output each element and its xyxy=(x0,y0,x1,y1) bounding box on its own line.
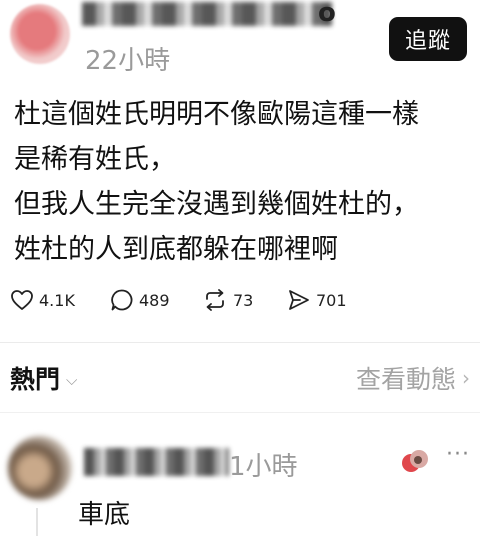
post-line: 但我人生完全沒遇到幾個姓杜的， xyxy=(14,189,419,220)
sort-label: 熱門 xyxy=(10,365,61,394)
repost-icon xyxy=(206,289,224,311)
post-header: o 22小時 追蹤 xyxy=(0,0,480,90)
comment-text: 車底 xyxy=(78,500,131,530)
follow-button[interactable]: 追蹤 xyxy=(389,17,467,61)
reaction-icon[interactable] xyxy=(398,446,432,476)
post-line: 姓杜的人到底都躲在哪裡啊 xyxy=(14,234,338,265)
comment-timestamp: 1小時 xyxy=(229,452,298,482)
more-options-icon[interactable]: ··· xyxy=(446,442,470,467)
comment-separator xyxy=(0,412,480,413)
post-actions: 4.1K 489 73 701 xyxy=(10,285,480,315)
section-divider xyxy=(0,342,480,343)
sort-hot-dropdown[interactable]: 熱門 ⌵ xyxy=(10,360,77,396)
post-timestamp: 22小時 xyxy=(85,46,171,76)
chevron-down-icon: ⌵ xyxy=(66,371,78,389)
post-body: 杜這個姓氏明明不像歐陽這種一樣 是稀有姓氏， 但我人生完全沒遇到幾個姓杜的， 姓… xyxy=(14,92,474,272)
author-username-redacted[interactable] xyxy=(82,2,332,26)
repost-count: 73 xyxy=(233,290,254,310)
comment-count: 489 xyxy=(139,290,170,310)
like-count: 4.1K xyxy=(39,290,75,310)
share-count: 701 xyxy=(316,290,347,310)
chevron-right-icon: › xyxy=(462,366,470,390)
thread-line xyxy=(36,508,38,536)
send-icon xyxy=(289,290,309,310)
author-username-suffix[interactable]: o xyxy=(318,0,336,28)
share-button[interactable]: 701 xyxy=(287,285,347,315)
like-button[interactable]: 4.1K xyxy=(10,285,75,315)
author-avatar[interactable] xyxy=(10,4,70,64)
commenter-avatar[interactable] xyxy=(8,436,72,500)
comment-bubble-icon xyxy=(111,289,133,311)
comment-button[interactable]: 489 xyxy=(110,285,170,315)
view-activity-label: 查看動態 xyxy=(355,365,456,394)
commenter-username-redacted[interactable] xyxy=(84,448,229,476)
view-activity-link[interactable]: 查看動態 › xyxy=(356,360,470,396)
post-line: 是稀有姓氏， xyxy=(14,144,176,175)
heart-icon xyxy=(11,290,33,310)
repost-button[interactable]: 73 xyxy=(202,285,253,315)
post-line: 杜這個姓氏明明不像歐陽這種一樣 xyxy=(14,99,419,130)
